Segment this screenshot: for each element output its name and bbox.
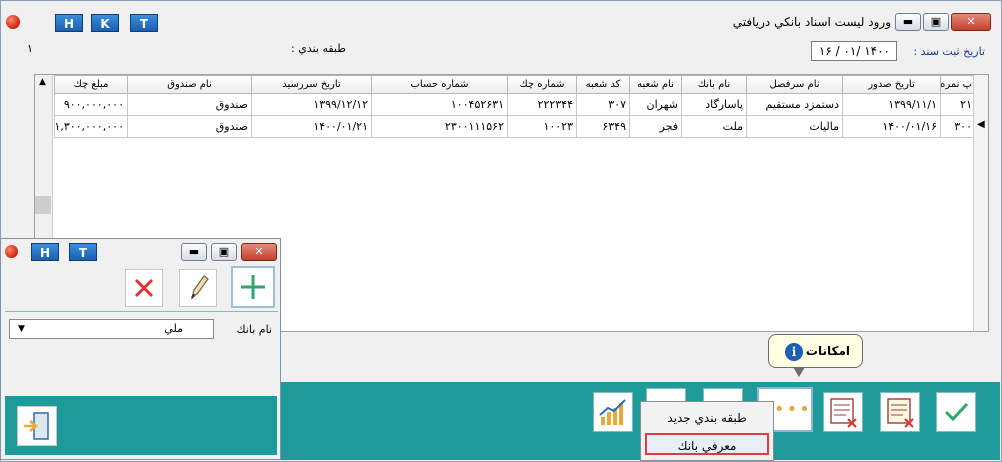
cell-account[interactable]: ۲۳۰۰۱۱۱۵۶۲: [371, 115, 508, 138]
hkt-t-button[interactable]: T: [69, 243, 97, 261]
col-cheque-number[interactable]: شماره چك: [507, 75, 577, 94]
cell-branch-code[interactable]: ۳۰۷: [576, 93, 630, 116]
cell-heading[interactable]: دستمزد مستقيم: [746, 93, 843, 116]
cell-fund[interactable]: صندوق: [127, 115, 252, 138]
window-title: ورود ليست اسناد بانكي دريافتي: [732, 15, 891, 29]
hkt-h-button[interactable]: H: [55, 14, 83, 32]
document-delete-icon: [887, 398, 914, 428]
maximize-button[interactable]: ▣: [211, 243, 237, 261]
close-icon: ✕: [254, 245, 264, 258]
cell-branch-name[interactable]: فجر: [629, 115, 682, 138]
col-issue-date[interactable]: تاريخ صدور: [842, 75, 941, 94]
list-delete-icon: [830, 398, 857, 428]
app-logo-icon: [6, 15, 20, 29]
date-label: تاريخ ثبت سند :: [913, 45, 985, 58]
plus-icon: [241, 275, 265, 299]
col-cheque-amount[interactable]: مبلغ چك: [54, 75, 128, 94]
table-row[interactable]: ۹۰۰,۰۰۰,۰۰۰ صندوق ۱۳۹۹/۱۲/۱۲ ۱۰۰۴۵۲۶۳۱ ۲…: [54, 93, 976, 116]
tooltip-text: امكانات: [805, 344, 850, 358]
app-logo-icon: [5, 245, 18, 258]
confirm-button[interactable]: [936, 392, 976, 432]
scroll-up-icon[interactable]: ▲: [39, 77, 46, 87]
bank-name-select[interactable]: ملي ▼: [9, 319, 214, 339]
delete-button[interactable]: [125, 269, 163, 307]
cell-branch-name[interactable]: شهران: [629, 93, 682, 116]
close-icon: ✕: [966, 15, 976, 28]
minimize-button[interactable]: ▬: [181, 243, 207, 261]
chevron-down-icon[interactable]: ▼: [18, 320, 25, 338]
exit-door-icon: [24, 412, 49, 440]
col-branch-name[interactable]: نام شعبه: [629, 75, 682, 94]
cell-heading[interactable]: ماليات: [746, 115, 843, 138]
row-selector-column[interactable]: ◀: [973, 75, 988, 331]
more-dots-icon: •••: [774, 399, 812, 420]
col-due-date[interactable]: تاريخ سررسيد: [251, 75, 372, 94]
cell-bank-name[interactable]: ملت: [681, 115, 747, 138]
divider: [5, 311, 278, 312]
cell-amount[interactable]: ۱,۳۰۰,۰۰۰,۰۰۰: [54, 115, 128, 138]
bank-window: H T ▬ ▣ ✕ نام بانك ملي ▼: [0, 238, 281, 460]
maximize-button[interactable]: ▣: [923, 13, 949, 31]
edit-button[interactable]: [179, 269, 217, 307]
minimize-icon: ▬: [188, 245, 200, 258]
col-fund-name[interactable]: نام صندوق: [127, 75, 252, 94]
grid-header-row: مبلغ چك نام صندوق تاريخ سررسيد شماره حسا…: [54, 75, 976, 94]
bank-name-value: ملي: [164, 322, 183, 335]
hkt-t-button[interactable]: T: [130, 14, 158, 32]
category-label: طبقه بندي :: [291, 42, 346, 55]
table-row[interactable]: ۱,۳۰۰,۰۰۰,۰۰۰ صندوق ۱۴۰۰/۰۱/۲۱ ۲۳۰۰۱۱۱۵۶…: [54, 115, 976, 138]
add-button[interactable]: [231, 266, 275, 308]
cell-row-number[interactable]: ۲۱: [940, 93, 976, 116]
maximize-icon: ▣: [218, 245, 230, 258]
cell-row-number[interactable]: ۳۰۰: [940, 115, 976, 138]
menu-item-define-bank[interactable]: معرفي بانك: [645, 433, 769, 455]
minimize-icon: ▬: [902, 15, 914, 28]
cell-issue-date[interactable]: ۱۴۰۰/۰۱/۱۶: [842, 115, 941, 138]
current-row-arrow-icon: ◀: [977, 119, 985, 130]
cell-due-date[interactable]: ۱۳۹۹/۱۲/۱۲: [251, 93, 372, 116]
options-menu: طبقه بندي جديد معرفي بانك: [640, 401, 774, 461]
hkt-h-button[interactable]: H: [31, 243, 59, 261]
close-button[interactable]: ✕: [951, 13, 991, 31]
cell-due-date[interactable]: ۱۴۰۰/۰۱/۲۱: [251, 115, 372, 138]
close-button[interactable]: ✕: [241, 243, 277, 261]
info-icon: i: [785, 343, 803, 361]
scroll-thumb[interactable]: [35, 196, 51, 214]
grid-table: مبلغ چك نام صندوق تاريخ سررسيد شماره حسا…: [54, 75, 976, 138]
bank-window-footer: [5, 396, 277, 455]
options-tooltip: i امكانات: [768, 334, 863, 377]
date-input[interactable]: ۱۴۰۰ /۰۱ / ۱۶: [811, 41, 897, 61]
check-icon: [944, 402, 969, 422]
menu-item-new-category[interactable]: طبقه بندي جديد: [645, 407, 769, 429]
report-chart-button[interactable]: [593, 392, 633, 432]
cell-bank-name[interactable]: پاسارگاد: [681, 93, 747, 116]
maximize-icon: ▣: [930, 15, 942, 28]
col-heading-name[interactable]: نام سرفصل: [746, 75, 843, 94]
bank-name-label: نام بانك: [236, 323, 272, 336]
col-branch-code[interactable]: كد شعبه: [576, 75, 630, 94]
cell-issue-date[interactable]: ۱۳۹۹/۱۱/۱: [842, 93, 941, 116]
edge-number: ۱: [27, 42, 33, 55]
cell-cheque-number[interactable]: ۱۰۰۲۳: [507, 115, 577, 138]
col-row-number[interactable]: پ نمره: [940, 75, 976, 94]
cell-branch-code[interactable]: ۶۳۴۹: [576, 115, 630, 138]
exit-button[interactable]: [17, 406, 57, 446]
col-account-number[interactable]: شماره حساب: [371, 75, 508, 94]
cell-amount[interactable]: ۹۰۰,۰۰۰,۰۰۰: [54, 93, 128, 116]
cell-account[interactable]: ۱۰۰۴۵۲۶۳۱: [371, 93, 508, 116]
hkt-k-button[interactable]: K: [91, 14, 119, 32]
cell-cheque-number[interactable]: ۲۲۲۳۴۴: [507, 93, 577, 116]
delete-list-button[interactable]: [823, 392, 863, 432]
cell-fund[interactable]: صندوق: [127, 93, 252, 116]
minimize-button[interactable]: ▬: [895, 13, 921, 31]
col-bank-name[interactable]: نام بانك: [681, 75, 747, 94]
pencil-icon: [190, 275, 209, 300]
chart-icon: [599, 399, 626, 425]
x-delete-icon: [134, 278, 154, 298]
main-titlebar: H K T ورود ليست اسناد بانكي دريافتي ▬ ▣ …: [1, 1, 1001, 32]
clear-list-button[interactable]: [880, 392, 920, 432]
